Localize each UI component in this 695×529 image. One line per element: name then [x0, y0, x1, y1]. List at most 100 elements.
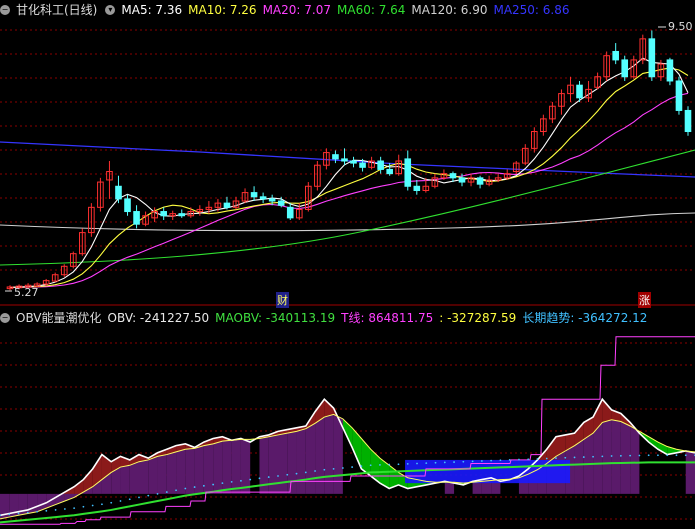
- trend-dot: [657, 454, 659, 457]
- stock-chart[interactable]: [0, 0, 695, 529]
- candle-body: [133, 211, 140, 225]
- trend-dot: [480, 460, 483, 462]
- obv-base-fill: [203, 443, 214, 494]
- collapse-icon[interactable]: −: [0, 313, 10, 323]
- candle-body: [476, 177, 484, 185]
- trend-dot: [212, 483, 215, 486]
- candle-body: [666, 59, 674, 82]
- trend-dot: [397, 463, 400, 466]
- trend-dot: [518, 458, 520, 461]
- trend-dot: [582, 456, 585, 458]
- trend-dot: [499, 459, 502, 462]
- trend-dot: [323, 468, 326, 471]
- obv-base-fill: [185, 448, 195, 494]
- candle-body: [160, 211, 167, 217]
- obv-base-fill: [129, 461, 139, 494]
- price-high-label: 9.50: [668, 20, 693, 33]
- candle-body: [286, 206, 294, 219]
- trend-dot: [258, 477, 261, 480]
- candle-body: [458, 177, 466, 183]
- trend-dot: [536, 457, 539, 460]
- obv-base-fill: [278, 433, 288, 494]
- trend-dot: [425, 462, 428, 465]
- trend-dot: [314, 470, 316, 472]
- obv-base-fill: [574, 439, 584, 494]
- trend-dot: [443, 461, 446, 464]
- trend-dot: [101, 503, 103, 506]
- trend-dot: [416, 462, 418, 465]
- candle-body: [675, 80, 683, 111]
- candle-body: [359, 162, 366, 168]
- trend-dot: [175, 489, 177, 492]
- trend-dot: [295, 472, 298, 475]
- trend-dot: [240, 479, 242, 482]
- trend-dot: [527, 458, 530, 461]
- candle-body: [386, 168, 393, 175]
- candle-body: [413, 185, 421, 191]
- trend-dot: [17, 512, 20, 515]
- trend-dot: [54, 509, 57, 511]
- obv-base-fill: [27, 493, 38, 514]
- candle-body: [332, 154, 339, 160]
- candle-body: [277, 200, 285, 206]
- financial-marker[interactable]: 财: [276, 292, 289, 308]
- limit-up-marker[interactable]: 涨: [638, 292, 651, 308]
- trend-dot: [564, 456, 567, 459]
- trend-dot: [277, 475, 279, 477]
- trend-dot: [119, 500, 122, 502]
- obv-base-fill: [148, 456, 158, 494]
- trend-dot: [610, 455, 613, 457]
- trend-dot: [647, 454, 650, 457]
- trend-dot: [601, 455, 604, 458]
- trend-dot: [573, 456, 576, 459]
- obv-base-fill: [139, 459, 149, 494]
- trend-dot: [110, 501, 113, 504]
- trend-dot: [8, 513, 11, 516]
- trend-dot: [165, 491, 168, 493]
- indicator-header: − OBV能量潮优化 OBV: -241227.50 MAOBV: -34011…: [0, 308, 653, 328]
- trend-dot: [45, 509, 48, 512]
- trend-dot: [592, 455, 594, 458]
- candle-body: [124, 198, 131, 213]
- obv-base-fill: [685, 451, 695, 494]
- trend-dot: [184, 487, 187, 490]
- trend-dot: [202, 484, 205, 487]
- trend-dot: [341, 467, 344, 469]
- trend-dot: [82, 505, 85, 508]
- trend-dot: [666, 454, 669, 457]
- trend-dot: [508, 459, 511, 461]
- trend-dot: [156, 492, 159, 495]
- candle-body: [377, 160, 384, 170]
- indicator-name[interactable]: OBV能量潮优化: [16, 308, 102, 328]
- trend-dot: [63, 508, 66, 510]
- candle-body: [259, 196, 267, 200]
- obv-base-fill: [240, 439, 251, 494]
- obv-base-fill: [444, 482, 455, 494]
- obv-base-fill: [593, 422, 603, 494]
- obv-base-fill: [620, 421, 631, 494]
- obv-base-fill: [287, 431, 297, 494]
- obv-label: OBV: -241227.50: [107, 311, 210, 325]
- trend-dot: [267, 476, 270, 478]
- trend-dot: [26, 511, 29, 514]
- trend-dot: [193, 486, 196, 488]
- trend-dot: [545, 457, 548, 460]
- obv-base-fill: [315, 417, 325, 494]
- obv-base-fill: [296, 428, 306, 494]
- trend-dot: [555, 457, 557, 460]
- trend-dot: [619, 454, 622, 457]
- candle-body: [250, 192, 258, 198]
- obv-base-fill: [611, 419, 621, 494]
- trend-dot: [360, 465, 363, 468]
- trend-dot: [286, 473, 289, 476]
- trend-dot: [453, 461, 455, 463]
- trend-dot: [91, 504, 94, 507]
- trend-dot: [675, 454, 678, 457]
- trend-dot: [221, 482, 224, 485]
- obv-base-fill: [472, 481, 482, 494]
- candle-body: [115, 185, 122, 200]
- trend-dot: [230, 480, 233, 483]
- obv-base-fill: [120, 465, 130, 494]
- trend-dot: [128, 498, 131, 501]
- obv-base-fill: [194, 445, 204, 494]
